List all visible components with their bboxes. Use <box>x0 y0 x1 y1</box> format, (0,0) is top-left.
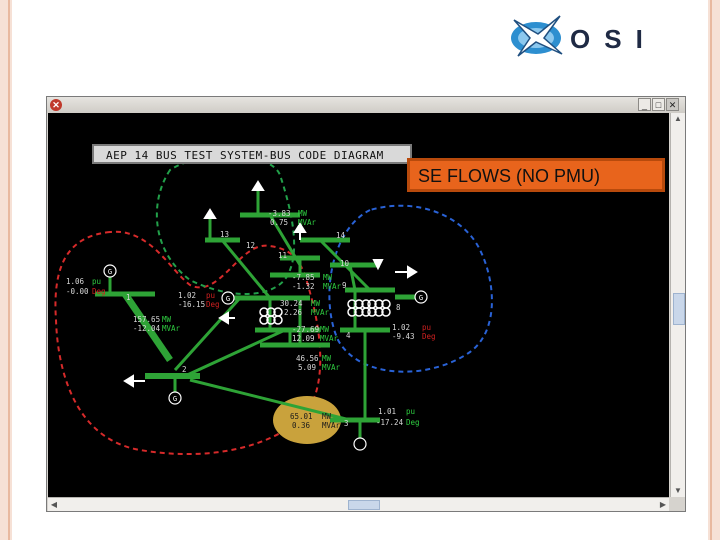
bus3-angle: -17.24 <box>376 418 404 427</box>
flow7-mw: 65.01 <box>290 412 313 421</box>
bus1-angle: -0.00 <box>66 287 89 296</box>
bus5-voltage: 1.02 <box>178 291 196 300</box>
bus2-number: 2 <box>182 365 187 374</box>
flow4-mvar: 2.26 <box>284 308 303 317</box>
flow7-unit-mvar: MVAr <box>322 421 341 430</box>
flow1-unit-mw: MW <box>162 315 172 324</box>
flow6-unit-mvar: MVAr <box>322 363 341 372</box>
flow3-mvar: -1.32 <box>292 282 315 291</box>
bus3-number: 3 <box>344 419 349 428</box>
callout-text: SE FLOWS (NO PMU) <box>418 166 601 186</box>
diagram-title: AEP 14 BUS TEST SYSTEM-BUS CODE DIAGRAM <box>92 144 412 164</box>
flow5-unit-mvar: MVAr <box>320 334 339 343</box>
bus4-number: 4 <box>346 331 351 340</box>
bus1-unit-deg: Deg <box>92 287 106 296</box>
generator-3-label: G <box>419 294 423 302</box>
flow4-unit-mvar: MVAr <box>311 308 330 317</box>
flow4-mw: 30.24 <box>280 299 303 308</box>
bus9-voltage: 1.02 <box>392 323 410 332</box>
se-flows-callout: SE FLOWS (NO PMU) <box>407 158 665 192</box>
flow2-mw: -3.83 <box>268 209 291 218</box>
flow6-mvar: 5.09 <box>298 363 316 372</box>
bus9-unit-deg: Deg <box>422 332 436 341</box>
flow7-unit-mw: MW <box>322 412 332 421</box>
bus14-number: 14 <box>336 231 346 240</box>
flow3-mw: -7.85 <box>292 273 315 282</box>
flow3-unit-mvar: MVAr <box>323 282 342 291</box>
flow2-unit-mw: MW <box>298 209 308 218</box>
bus5-unit-deg: Deg <box>206 300 220 309</box>
bus3-unit-pu: pu <box>406 407 415 416</box>
bus13-number: 13 <box>220 230 229 239</box>
bus9-number: 9 <box>342 281 347 290</box>
bus10-number: 10 <box>340 259 350 268</box>
bus1-number: 1 <box>126 293 131 302</box>
bus3-voltage: 1.01 <box>378 407 396 416</box>
bus9-angle: -9.43 <box>392 332 415 341</box>
bus5-angle: -16.15 <box>178 300 205 309</box>
bus3-unit-deg: Deg <box>406 418 420 427</box>
flow7-mvar: 0.36 <box>292 421 311 430</box>
flow3-unit-mw: MW <box>323 273 333 282</box>
flow4-unit-mw: MW <box>311 299 321 308</box>
bus8-number: 8 <box>396 303 401 312</box>
bus1-unit-pu: pu <box>92 277 101 286</box>
bus12-number: 12 <box>246 241 255 250</box>
flow5-unit-mw: MW <box>320 325 330 334</box>
bus1-voltage: 1.06 <box>66 277 85 286</box>
flow5-mw: -27.69 <box>292 325 319 334</box>
bus-lines <box>95 190 420 438</box>
generator-4-label: G <box>173 395 177 403</box>
bus9-unit-pu: pu <box>422 323 431 332</box>
bus5-unit-pu: pu <box>206 291 215 300</box>
flow2-mvar: 0.75 <box>270 218 288 227</box>
flow6-mw: 46.56 <box>296 354 319 363</box>
flow6-unit-mw: MW <box>322 354 332 363</box>
flow1-unit-mvar: MVAr <box>162 324 181 333</box>
generator-1-label: G <box>108 268 112 276</box>
diagram-overlay: G G G G 1.06 -0.00 pu Deg 1 1.02 -16.15 … <box>54 154 493 456</box>
flow2-unit-mvar: MVAr <box>298 218 317 227</box>
flow1-mvar: -12.04 <box>133 324 161 333</box>
flow1-mw: 157.65 <box>133 315 160 324</box>
generator-2-label: G <box>226 295 230 303</box>
flow5-mvar: 12.09 <box>292 334 315 343</box>
bus11-number: 11 <box>278 251 287 260</box>
